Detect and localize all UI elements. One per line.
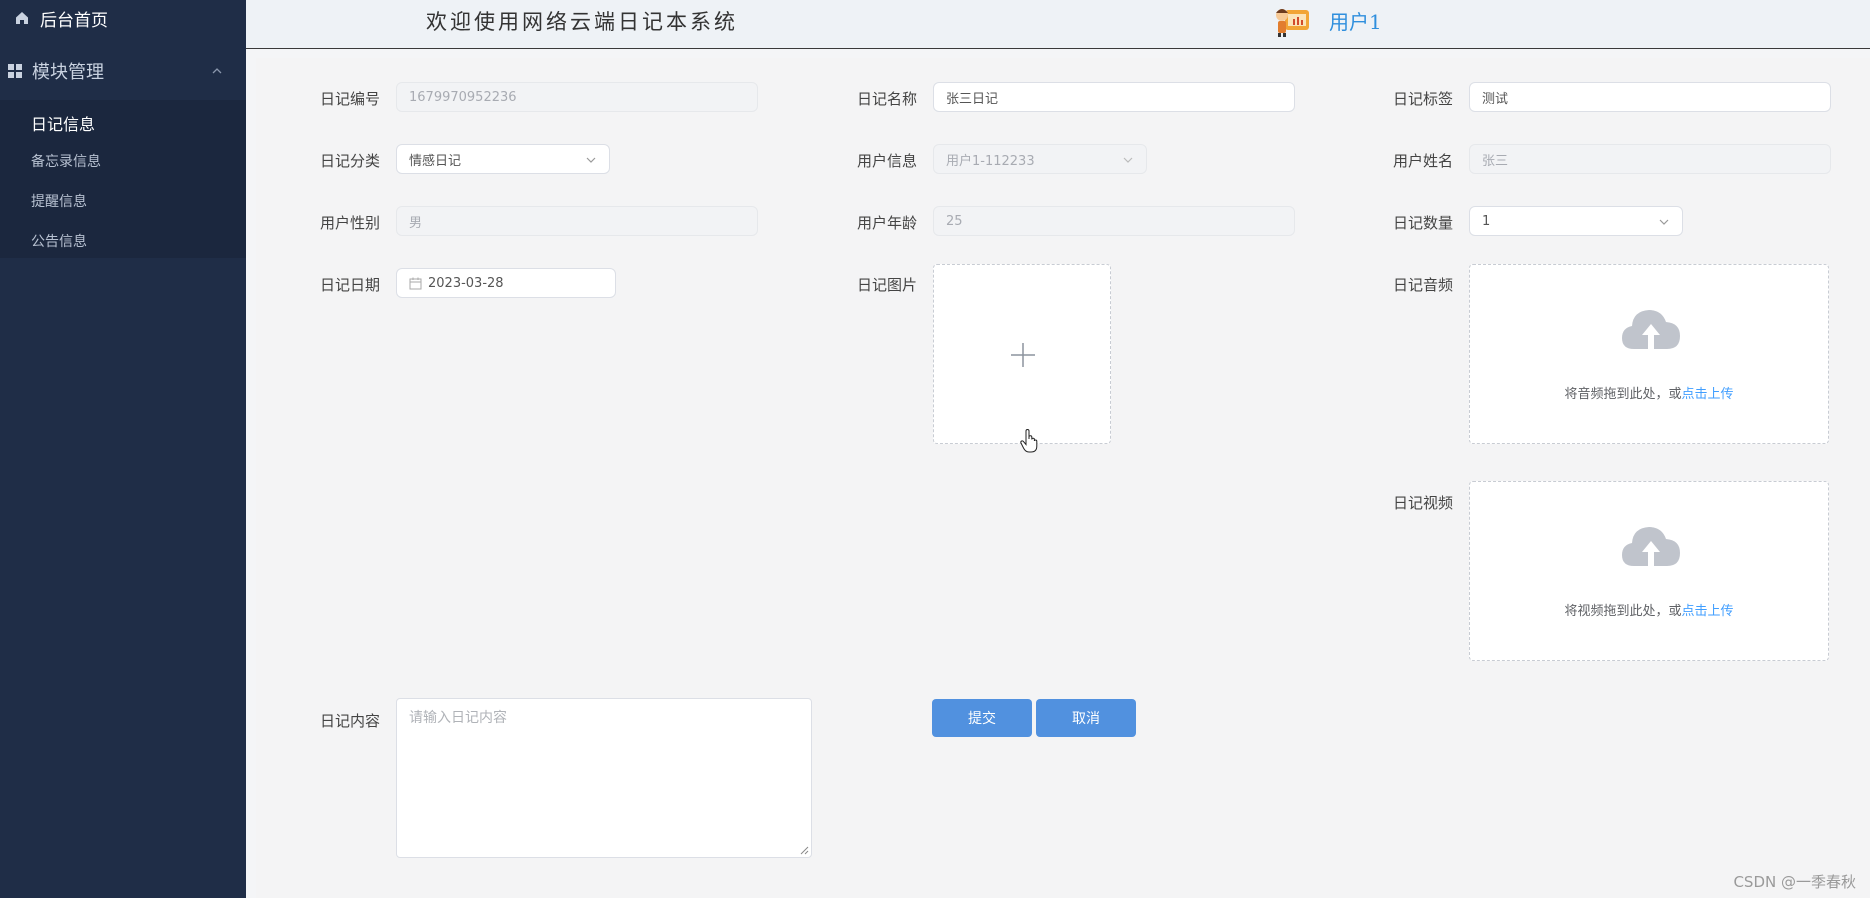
grid-icon (8, 64, 22, 78)
diary-no-field: 1679970952236 (396, 82, 758, 112)
audio-hint: 将音频拖到此处，或 (1564, 387, 1682, 402)
label-user-age: 用户年龄 (857, 214, 918, 232)
user-name-field: 张三 (1469, 144, 1831, 174)
label-diary-content: 日记内容 (320, 712, 381, 730)
image-upload[interactable] (933, 264, 1111, 453)
label-diary-image: 日记图片 (857, 276, 918, 294)
audio-dropzone-text: 将音频拖到此处，或点击上传 (1470, 383, 1828, 402)
cloud-upload-icon (1622, 527, 1680, 566)
label-diary-tag: 日记标签 (1393, 90, 1454, 108)
plus-icon (1011, 343, 1035, 367)
diary-date-picker[interactable]: 2023-03-28 (396, 268, 616, 298)
diary-no-value: 1679970952236 (409, 89, 517, 105)
chevron-down-icon (586, 157, 596, 163)
video-dropzone[interactable]: 将视频拖到此处，或点击上传 (1469, 481, 1829, 661)
label-diary-date: 日记日期 (320, 276, 381, 294)
diary-name-input[interactable]: 张三日记 (933, 82, 1295, 112)
diary-category-value: 情感日记 (409, 153, 462, 169)
sidebar-group-modules[interactable]: 模块管理 (8, 58, 240, 84)
label-diary-no: 日记编号 (320, 90, 381, 108)
video-upload-link[interactable]: 点击上传 (1682, 604, 1734, 619)
home-icon (16, 12, 28, 24)
sidebar-item-home[interactable]: 后台首页 (14, 6, 108, 31)
video-dropzone-text: 将视频拖到此处，或点击上传 (1470, 600, 1828, 619)
label-diary-video: 日记视频 (1393, 494, 1454, 512)
sidebar-home-label: 后台首页 (40, 10, 108, 31)
cancel-button[interactable]: 取消 (1036, 699, 1136, 737)
user-age-field: 25 (933, 206, 1295, 236)
avatar-icon[interactable] (1272, 2, 1312, 38)
diary-date-value: 2023-03-28 (428, 275, 504, 291)
welcome-title: 欢迎使用网络云端日记本系统 (426, 10, 738, 34)
calendar-icon (409, 277, 422, 289)
user-gender-value: 男 (409, 215, 423, 231)
resize-grip-icon[interactable] (799, 845, 809, 855)
watermark: CSDN @一季春秋 (1733, 873, 1856, 891)
video-hint: 将视频拖到此处，或 (1564, 604, 1682, 619)
label-diary-name: 日记名称 (857, 90, 918, 108)
label-diary-audio: 日记音频 (1393, 276, 1454, 294)
sidebar-submenu: 日记信息 备忘录信息 提醒信息 公告信息 (0, 100, 246, 258)
username[interactable]: 用户1 (1329, 6, 1382, 35)
sidebar-group-label: 模块管理 (32, 62, 104, 83)
user-info-select: 用户1-112233 (933, 144, 1147, 174)
diary-content-placeholder: 请输入日记内容 (409, 710, 507, 726)
diary-tag-input[interactable]: 测试 (1469, 82, 1831, 112)
sidebar-item-diary[interactable]: 日记信息 (31, 111, 95, 135)
label-diary-count: 日记数量 (1393, 214, 1454, 232)
chevron-down-icon (1123, 157, 1133, 163)
sidebar-item-reminder[interactable]: 提醒信息 (31, 191, 87, 211)
user-age-value: 25 (946, 213, 963, 229)
user-gender-field: 男 (396, 206, 758, 236)
cloud-upload-icon (1622, 310, 1680, 349)
sidebar-item-memo[interactable]: 备忘录信息 (31, 151, 101, 171)
diary-content-textarea[interactable]: 请输入日记内容 (396, 698, 812, 858)
diary-category-select[interactable]: 情感日记 (396, 144, 610, 174)
audio-upload-link[interactable]: 点击上传 (1682, 387, 1734, 402)
hand-cursor-icon (1020, 429, 1038, 453)
user-info-value: 用户1-112233 (946, 153, 1035, 169)
audio-dropzone[interactable]: 将音频拖到此处，或点击上传 (1469, 264, 1829, 444)
diary-count-select[interactable]: 1 (1469, 206, 1683, 236)
label-user-name: 用户姓名 (1393, 152, 1454, 170)
label-user-gender: 用户性别 (320, 214, 381, 232)
submit-button[interactable]: 提交 (932, 699, 1032, 737)
diary-count-value: 1 (1482, 213, 1491, 229)
chevron-up-icon (212, 68, 222, 74)
label-user-info: 用户信息 (857, 152, 918, 170)
label-diary-category: 日记分类 (320, 152, 381, 170)
sidebar: 后台首页 模块管理 日记信息 备忘录信息 提醒信息 公告信息 (0, 0, 246, 898)
diary-tag-value: 测试 (1482, 91, 1509, 107)
sidebar-item-notice[interactable]: 公告信息 (31, 231, 87, 251)
top-header: 欢迎使用网络云端日记本系统 用户1 (246, 0, 1870, 49)
chevron-down-icon (1659, 219, 1669, 225)
user-name-value: 张三 (1482, 153, 1509, 169)
diary-name-value: 张三日记 (946, 91, 999, 107)
